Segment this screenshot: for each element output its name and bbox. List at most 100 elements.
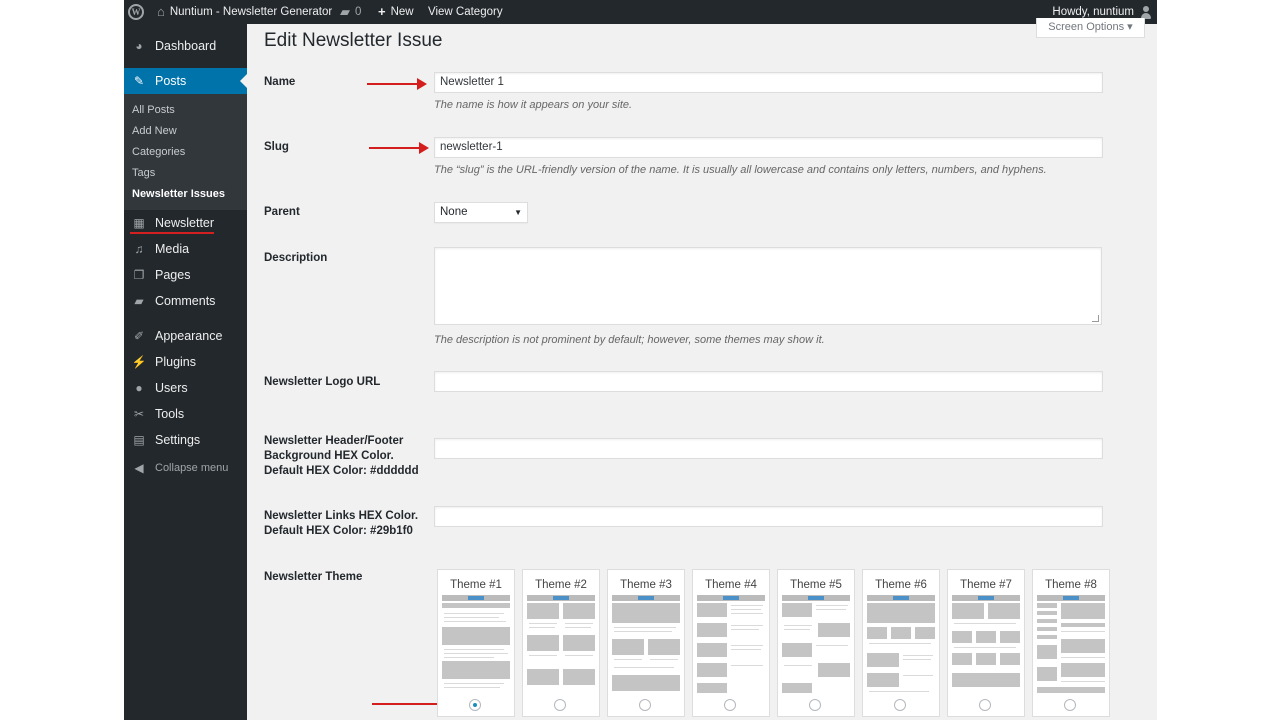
sidebar-item-users[interactable]: ● Users	[124, 375, 247, 401]
submenu-add-new[interactable]: Add New	[132, 121, 177, 141]
sidebar-item-comments[interactable]: ▰ Comments	[124, 288, 247, 314]
theme-preview-thumbnail[interactable]	[442, 595, 510, 696]
header-color-label-line: Default HEX Color: #dddddd	[264, 465, 419, 477]
sidebar-item-appearance[interactable]: ✐ Appearance	[124, 323, 247, 349]
annotation-arrow	[369, 142, 429, 154]
theme-preview-thumbnail[interactable]	[782, 595, 850, 696]
parent-select[interactable]: None ▼	[434, 202, 528, 223]
new-content-menu[interactable]: + New	[378, 0, 414, 24]
theme-radio-button[interactable]	[724, 699, 736, 711]
theme-preview-thumbnail[interactable]	[867, 595, 935, 696]
comments-menu[interactable]: ▰ 0	[340, 0, 361, 24]
thumbnail-block	[976, 631, 996, 643]
theme-preview-thumbnail[interactable]	[952, 595, 1020, 696]
sidebar-item-dashboard[interactable]: ◕ Dashboard	[124, 33, 247, 59]
theme-radio-button[interactable]	[979, 699, 991, 711]
thumbnail-text-line	[1061, 681, 1105, 682]
sidebar-item-plugins[interactable]: ⚡ Plugins	[124, 349, 247, 375]
thumbnail-block	[976, 653, 996, 665]
sidebar-item-media[interactable]: ♫ Media	[124, 236, 247, 262]
theme-card[interactable]: Theme #6	[862, 569, 940, 717]
admin-sidebar: ◕ Dashboard ✎ Posts All Posts Add New Ca…	[124, 24, 247, 720]
logo-url-input[interactable]	[434, 371, 1103, 392]
theme-card[interactable]: Theme #5	[777, 569, 855, 717]
theme-radio-button[interactable]	[809, 699, 821, 711]
thumbnail-text-line	[731, 649, 761, 650]
thumbnail-text-line	[869, 643, 931, 644]
view-category-link[interactable]: View Category	[428, 0, 503, 24]
submenu-all-posts[interactable]: All Posts	[132, 100, 175, 120]
thumbnail-block	[952, 603, 984, 619]
thumbnail-block	[697, 683, 727, 693]
theme-card[interactable]: Theme #8	[1032, 569, 1110, 717]
thumbnail-block	[867, 627, 887, 639]
sidebar-item-label: Appearance	[155, 329, 223, 343]
screen-options-label: Screen Options	[1048, 21, 1125, 33]
thumbnail-block	[782, 603, 812, 617]
theme-card[interactable]: Theme #4	[692, 569, 770, 717]
thumbnail-block	[818, 663, 850, 677]
collapse-arrow-icon: ◀	[134, 461, 144, 475]
thumbnail-block	[442, 627, 510, 645]
theme-preview-thumbnail[interactable]	[527, 595, 595, 696]
thumbnail-text-line	[903, 675, 933, 676]
theme-radio-button[interactable]	[639, 699, 651, 711]
theme-preview-thumbnail[interactable]	[612, 595, 680, 696]
thumbnail-block	[818, 623, 850, 637]
thumbnail-block	[1037, 645, 1057, 659]
theme-preview-thumbnail[interactable]	[697, 595, 765, 696]
theme-card-label: Theme #4	[705, 579, 757, 591]
theme-card[interactable]: Theme #2	[522, 569, 600, 717]
sidebar-item-settings[interactable]: ▤ Settings	[124, 427, 247, 453]
sidebar-item-posts[interactable]: ✎ Posts	[124, 68, 247, 94]
user-avatar-icon	[1139, 5, 1153, 19]
thumbnail-header	[527, 595, 595, 601]
resize-grip-icon[interactable]	[1092, 315, 1099, 322]
thumbnail-block	[1037, 619, 1057, 623]
thumbnail-text-line	[444, 649, 504, 650]
theme-radio-button[interactable]	[894, 699, 906, 711]
sidebar-item-label: Plugins	[155, 355, 196, 369]
theme-preview-thumbnail[interactable]	[1037, 595, 1105, 696]
pushpin-icon: ✎	[133, 74, 145, 88]
theme-card[interactable]: Theme #1	[437, 569, 515, 717]
thumbnail-logo-icon	[893, 596, 909, 600]
thumbnail-text-line	[444, 613, 504, 614]
theme-radio-button[interactable]	[1064, 699, 1076, 711]
theme-card-label: Theme #3	[620, 579, 672, 591]
thumbnail-block	[612, 639, 644, 655]
thumbnail-text-line	[444, 687, 500, 688]
slug-input[interactable]: newsletter-1	[434, 137, 1103, 158]
sidebar-item-pages[interactable]: ❐ Pages	[124, 262, 247, 288]
theme-radio-button[interactable]	[469, 699, 481, 711]
thumbnail-block	[563, 635, 595, 651]
submenu-categories[interactable]: Categories	[132, 142, 185, 162]
header-color-input[interactable]	[434, 438, 1103, 459]
sidebar-item-tools[interactable]: ✂ Tools	[124, 401, 247, 427]
screen-options-button[interactable]: Screen Options ▾	[1036, 18, 1145, 38]
description-textarea[interactable]	[434, 247, 1102, 325]
name-label: Name	[264, 76, 296, 88]
main-content: Screen Options ▾ Edit Newsletter Issue N…	[247, 18, 1157, 720]
thumbnail-text-line	[444, 621, 506, 622]
collapse-menu-button[interactable]: ◀ Collapse menu	[124, 455, 247, 481]
thumbnail-block	[563, 603, 595, 619]
theme-card[interactable]: Theme #7	[947, 569, 1025, 717]
submenu-newsletter-issues[interactable]: Newsletter Issues	[132, 184, 225, 204]
name-input[interactable]: Newsletter 1	[434, 72, 1103, 93]
site-name: Nuntium - Newsletter Generator	[169, 6, 333, 18]
thumbnail-block	[648, 639, 680, 655]
theme-label: Newsletter Theme	[264, 571, 363, 583]
thumbnail-text-line	[731, 625, 763, 626]
theme-radio-button[interactable]	[554, 699, 566, 711]
submenu-tags[interactable]: Tags	[132, 163, 155, 183]
header-color-label: Newsletter Header/Footer Background HEX …	[264, 434, 419, 479]
thumbnail-text-line	[731, 645, 763, 646]
annotation-arrow	[367, 78, 427, 90]
wp-logo-menu[interactable]: W	[128, 0, 144, 24]
links-color-input[interactable]	[434, 506, 1103, 527]
links-color-label-line: Default HEX Color: #29b1f0	[264, 525, 413, 537]
thumbnail-text-line	[954, 647, 1016, 648]
site-name-menu[interactable]: ⌂ Nuntium - Newsletter Generator	[157, 0, 332, 24]
theme-card[interactable]: Theme #3	[607, 569, 685, 717]
